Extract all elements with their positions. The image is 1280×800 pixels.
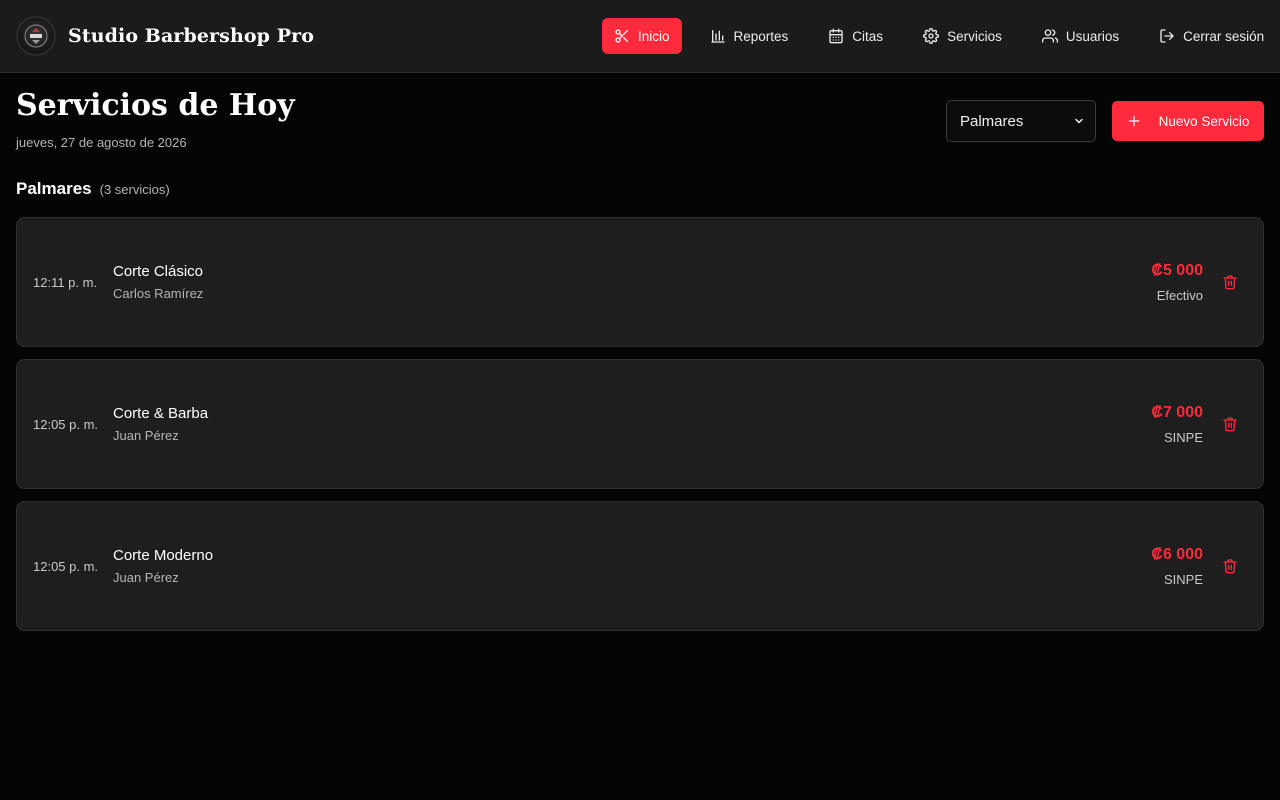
section-count: (3 servicios) — [99, 182, 170, 197]
payment-method: Efectivo — [1156, 288, 1203, 303]
service-price: ₡5 000 — [1151, 262, 1203, 279]
nav-label: Servicios — [947, 28, 1002, 44]
barber-name: Juan Pérez — [113, 570, 179, 585]
nav-item-inicio[interactable]: Inicio — [602, 18, 682, 54]
trash-icon — [1223, 275, 1237, 290]
section-title: Palmares — [16, 179, 92, 198]
service-price: ₡7 000 — [1151, 404, 1203, 421]
service-card: 12:05 p. m. Corte Moderno Juan Pérez ₡6 … — [16, 501, 1264, 631]
barber-name: Carlos Ramírez — [113, 286, 204, 301]
main-nav: Inicio Reportes Citas Servicios Usuarios… — [602, 18, 1276, 54]
service-name: Corte Moderno — [113, 547, 214, 564]
service-price: ₡6 000 — [1151, 546, 1203, 563]
service-card: 12:05 p. m. Corte & Barba Juan Pérez ₡7 … — [16, 359, 1264, 489]
scissors-icon — [615, 29, 628, 43]
service-name: Corte & Barba — [113, 405, 209, 422]
new-service-button[interactable]: Nuevo Servicio — [1112, 101, 1264, 141]
branch-select-value: Palmares — [960, 112, 1024, 130]
users-icon — [1041, 29, 1058, 43]
nav-item-reportes[interactable]: Reportes — [698, 18, 801, 54]
top-navbar: Studio Barbershop Pro Inicio Reportes Ci… — [0, 0, 1280, 73]
page-date: jueves, 27 de agosto de 2026 — [16, 135, 187, 150]
calendar-icon — [829, 28, 843, 44]
service-card: 12:11 p. m. Corte Clásico Carlos Ramírez… — [16, 217, 1264, 347]
chevron-down-icon — [1075, 118, 1083, 124]
app-title: Studio Barbershop Pro — [68, 25, 315, 47]
plus-icon — [1128, 115, 1139, 127]
service-time: 12:05 p. m. — [33, 559, 99, 574]
payment-method: SINPE — [1163, 572, 1203, 587]
payment-method: SINPE — [1163, 430, 1203, 445]
nav-label: Usuarios — [1065, 28, 1120, 44]
nav-item-citas[interactable]: Citas — [816, 18, 895, 54]
nav-item-usuarios[interactable]: Usuarios — [1030, 18, 1131, 54]
section-header: Palmares (3 servicios) — [16, 179, 170, 199]
service-name: Corte Clásico — [113, 263, 204, 280]
delete-service-button[interactable] — [1221, 415, 1239, 433]
services-list: 12:11 p. m. Corte Clásico Carlos Ramírez… — [16, 217, 1264, 643]
service-time: 12:11 p. m. — [33, 275, 98, 290]
nav-label: Reportes — [733, 28, 789, 44]
delete-service-button[interactable] — [1221, 273, 1239, 291]
service-time: 12:05 p. m. — [33, 417, 99, 432]
nav-label: Cerrar sesión — [1183, 28, 1265, 44]
nav-label: Inicio — [638, 28, 670, 44]
nav-item-cerrar-sesion[interactable]: Cerrar sesión — [1147, 18, 1276, 54]
page-title: Servicios de Hoy — [16, 88, 295, 123]
logout-icon — [1160, 29, 1174, 43]
bar-chart-icon — [710, 30, 725, 43]
barbershop-logo-icon — [16, 16, 56, 56]
delete-service-button[interactable] — [1221, 557, 1239, 575]
trash-icon — [1223, 559, 1237, 574]
nav-item-servicios[interactable]: Servicios — [911, 18, 1014, 54]
barber-name: Juan Pérez — [113, 428, 179, 443]
trash-icon — [1223, 417, 1237, 432]
branch-select[interactable]: Palmares — [946, 100, 1096, 142]
new-service-label: Nuevo Servicio — [1158, 113, 1250, 129]
brand[interactable]: Studio Barbershop Pro — [16, 16, 314, 56]
nav-label: Citas — [852, 28, 884, 44]
gear-icon — [923, 28, 939, 44]
